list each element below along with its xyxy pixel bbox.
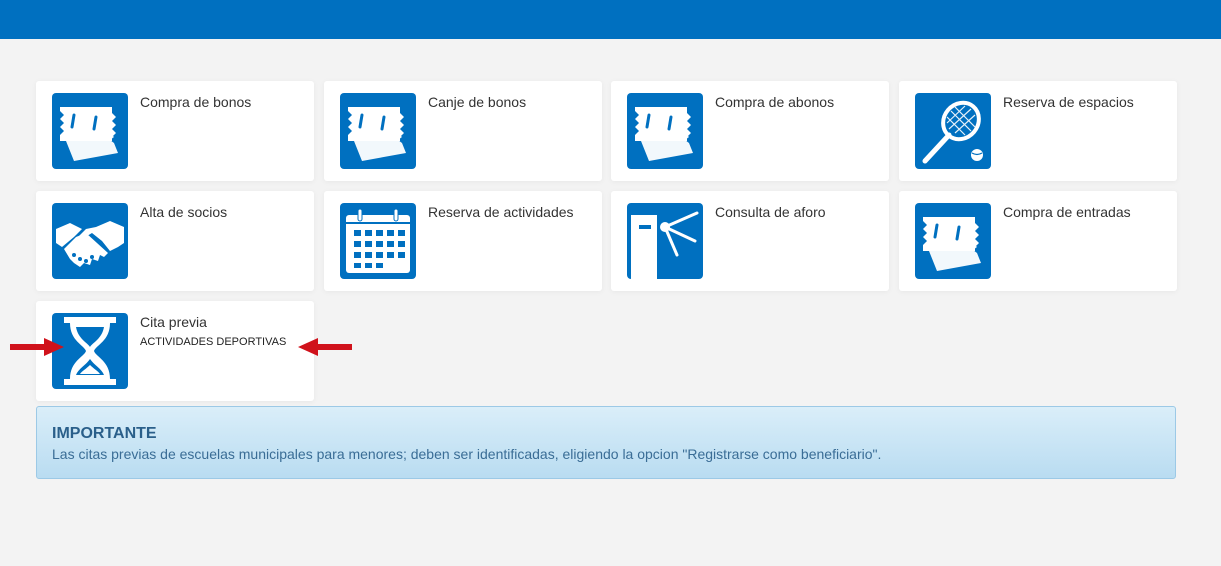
important-notice: IMPORTANTE Las citas previas de escuelas…	[36, 406, 1176, 479]
notice-text: Las citas previas de escuelas municipale…	[52, 446, 882, 462]
card-title: Reserva de actividades	[428, 204, 574, 220]
card-cita-previa[interactable]: Cita previa ACTIVIDADES DEPORTIVAS	[36, 301, 314, 401]
handshake-icon	[52, 203, 128, 279]
tickets-icon	[52, 93, 128, 169]
card-title: Consulta de aforo	[715, 204, 826, 220]
card-compra-de-entradas[interactable]: Compra de entradas	[899, 191, 1177, 291]
tennis-racket-icon	[915, 93, 991, 169]
card-compra-de-bonos[interactable]: Compra de bonos	[36, 81, 314, 181]
top-header-bar	[0, 0, 1221, 39]
card-canje-de-bonos[interactable]: Canje de bonos	[324, 81, 602, 181]
red-arrow-icon	[298, 338, 352, 356]
calendar-icon	[340, 203, 416, 279]
card-title: Compra de entradas	[1003, 204, 1131, 220]
card-title: Compra de abonos	[715, 94, 835, 110]
card-title: Compra de bonos	[140, 94, 252, 110]
turnstile-icon	[627, 203, 703, 279]
card-consulta-de-aforo[interactable]: Consulta de aforo	[611, 191, 889, 291]
red-arrow-icon	[10, 338, 64, 356]
card-alta-de-socios[interactable]: Alta de socios	[36, 191, 314, 291]
tickets-icon	[340, 93, 416, 169]
card-title: Reserva de espacios	[1003, 94, 1134, 110]
tickets-icon	[627, 93, 703, 169]
card-compra-de-abonos[interactable]: Compra de abonos	[611, 81, 889, 181]
card-subtitle: ACTIVIDADES DEPORTIVAS	[140, 336, 287, 348]
card-reserva-de-espacios[interactable]: Reserva de espacios	[899, 81, 1177, 181]
card-reserva-de-actividades[interactable]: Reserva de actividades	[324, 191, 602, 291]
card-title: Alta de socios	[140, 204, 228, 220]
tickets-icon	[915, 203, 991, 279]
notice-title: IMPORTANTE	[52, 425, 157, 442]
card-title: Cita previa	[140, 314, 207, 330]
card-title: Canje de bonos	[428, 94, 527, 110]
